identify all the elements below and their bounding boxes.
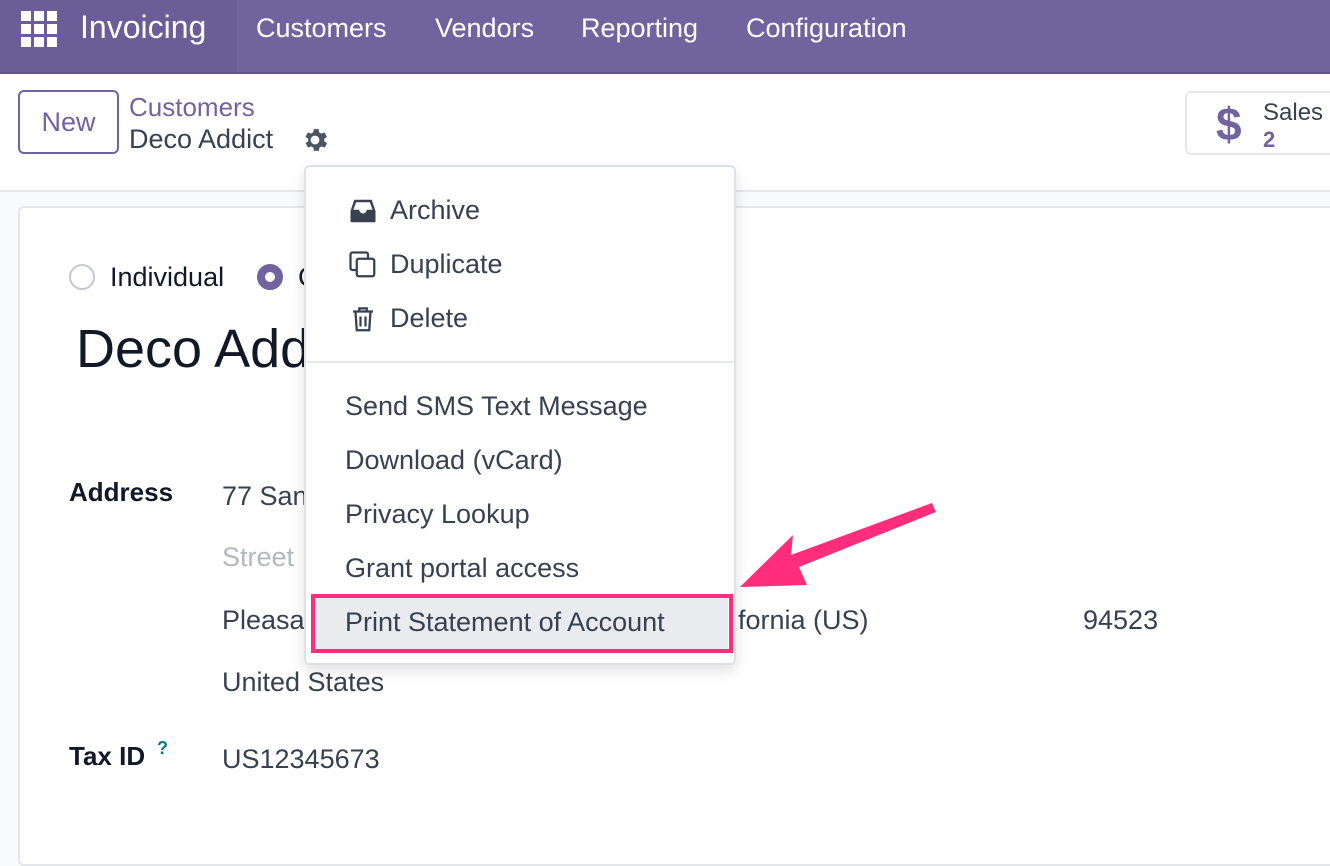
sales-stat-label: Sales — [1263, 99, 1324, 126]
duplicate-icon — [349, 251, 376, 278]
dropdown-item-duplicate[interactable]: Duplicate — [390, 249, 503, 280]
dropdown-item-delete[interactable]: Delete — [390, 303, 468, 334]
breadcrumb-customers[interactable]: Customers — [129, 92, 255, 123]
dollar-icon: $ — [1216, 98, 1242, 150]
dropdown-item-archive[interactable]: Archive — [390, 195, 480, 226]
dropdown-divider — [306, 361, 734, 363]
app-title[interactable]: Invoicing — [80, 9, 206, 46]
street-field[interactable]: 77 San — [222, 481, 308, 512]
dropdown-item-grant-portal[interactable]: Grant portal access — [345, 553, 579, 584]
gear-icon[interactable] — [300, 125, 330, 155]
apps-menu-icon[interactable] — [21, 11, 57, 47]
dropdown-item-privacy-lookup[interactable]: Privacy Lookup — [345, 499, 530, 530]
zip-field[interactable]: 94523 — [1083, 605, 1158, 636]
city-field[interactable]: Pleasa — [222, 605, 305, 636]
sales-stat-value: 2 — [1263, 127, 1276, 152]
help-tooltip-icon[interactable]: ? — [157, 738, 168, 759]
partner-name-field[interactable]: Deco Add — [76, 318, 310, 380]
breadcrumb-current: Deco Addict — [129, 124, 274, 154]
radio-company[interactable] — [257, 264, 283, 290]
street2-field[interactable]: Street — [222, 542, 294, 573]
country-field[interactable]: United States — [222, 667, 384, 698]
menu-configuration[interactable]: Configuration — [746, 13, 907, 44]
top-navbar: Invoicing Customers Vendors Reporting Co… — [0, 0, 1330, 74]
radio-individual-label[interactable]: Individual — [110, 262, 224, 293]
new-button[interactable]: New — [18, 90, 119, 154]
dropdown-item-send-sms[interactable]: Send SMS Text Message — [345, 391, 648, 422]
address-label: Address — [69, 477, 174, 507]
menu-vendors[interactable]: Vendors — [435, 13, 534, 44]
menu-customers[interactable]: Customers — [256, 13, 387, 44]
menu-reporting[interactable]: Reporting — [581, 13, 698, 44]
radio-individual[interactable] — [69, 264, 95, 290]
annotation-highlight-box — [311, 594, 733, 653]
archive-icon — [350, 199, 376, 223]
tax-id-label: Tax ID — [69, 741, 146, 771]
sales-smart-button[interactable]: $ Sales 2 — [1185, 91, 1330, 155]
trash-icon — [353, 307, 373, 332]
state-field[interactable]: fornia (US) — [738, 605, 869, 636]
dropdown-item-download-vcard[interactable]: Download (vCard) — [345, 445, 563, 476]
tax-id-field[interactable]: US12345673 — [222, 744, 380, 775]
annotation-arrow-icon — [740, 503, 936, 587]
